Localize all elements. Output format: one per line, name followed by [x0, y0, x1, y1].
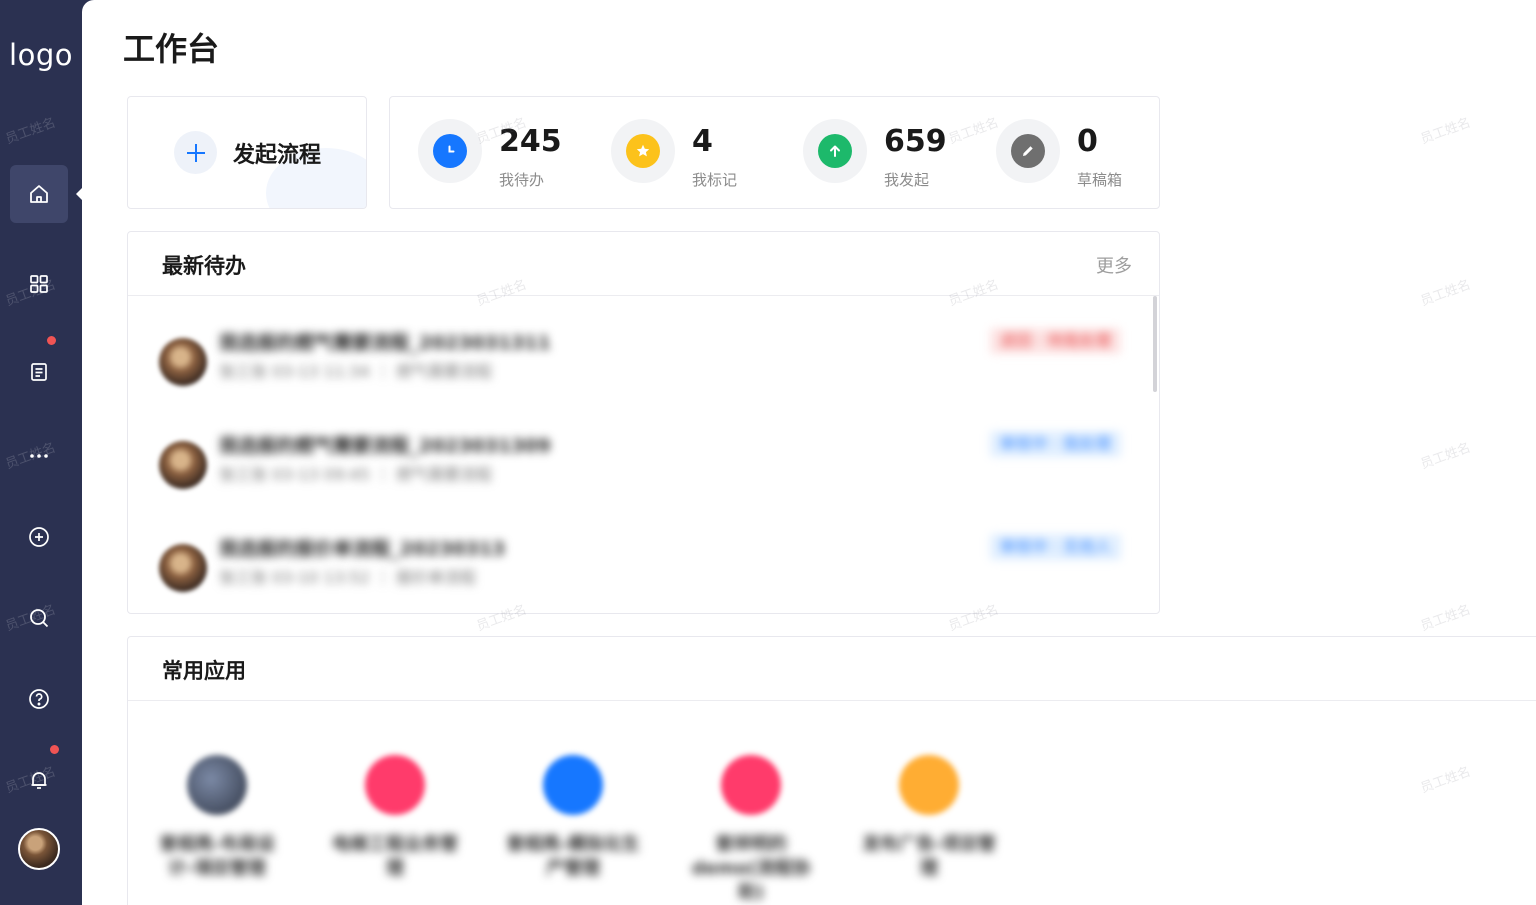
app-icon: [365, 755, 425, 815]
app-name: 曾祥明的demo(流程协助): [691, 834, 811, 903]
todo-meta: 张三张 03-13 09:45 ｜ 燃气需要流程: [219, 465, 492, 484]
app-name: 发布广告-项目管理: [862, 834, 996, 879]
bell-icon[interactable]: [10, 751, 68, 809]
more-link[interactable]: 更多: [1096, 252, 1132, 278]
start-process-label: 发起流程: [233, 143, 322, 168]
app-icon: [721, 755, 781, 815]
app-icon: [899, 755, 959, 815]
section-title: 常用应用: [162, 659, 246, 683]
card-header: 最新待办 更多: [128, 232, 1159, 296]
app-icon: [543, 755, 603, 815]
page-title: 工作台: [123, 30, 220, 68]
stat-icon-bg: [418, 119, 482, 183]
watermark: 员工姓名: [1418, 277, 1473, 310]
stats-card: 245 我待办 4 我标记 659 我发起 0 草稿箱: [389, 96, 1160, 209]
app-icon: [187, 755, 247, 815]
todo-meta: 张三张 03-13 11:34 ｜ 燃气需要流程: [219, 362, 492, 381]
app-name: 曾相亮-布局设计-項目管理: [159, 834, 275, 879]
more-icon[interactable]: [10, 427, 68, 485]
stat-value: 659: [884, 124, 947, 159]
status-badge: 审核中 · 我处理: [989, 431, 1121, 457]
watermark: 员工姓名: [3, 115, 58, 148]
todo-title: 我选报的燃气需要流程_2023031311: [219, 332, 551, 354]
stat-icon-bg: [803, 119, 867, 183]
stat-value: 0: [1077, 124, 1098, 159]
help-icon[interactable]: [10, 670, 68, 728]
common-apps-card: 常用应用 曾相亮-布局设计-項目管理 电梯工程业务管理 曾相亮-模拟化生产管理 …: [127, 636, 1536, 905]
stat-value: 245: [499, 124, 562, 159]
status-badge: 审核中 · 无他人: [989, 534, 1121, 560]
avatar: [159, 441, 207, 489]
document-icon[interactable]: [10, 343, 68, 401]
card-header: 常用应用: [128, 637, 1536, 701]
todo-row[interactable]: 我选报的燃气需要流程_2023031309 张三张 03-13 09:45 ｜ …: [128, 431, 1159, 511]
main-content: 工作台 发起流程 245 我待办 4 我标记 659 我发起 0 草稿箱 最新待…: [82, 0, 1536, 905]
avatar: [159, 338, 207, 386]
stat-value: 4: [692, 124, 713, 159]
app-name: 曾相亮-模拟化生产管理: [506, 834, 640, 879]
watermark: 员工姓名: [1418, 602, 1473, 635]
latest-todo-card: 最新待办 更多 我选报的燃气需要流程_2023031311 张三张 03-13 …: [127, 231, 1160, 614]
avatar: [159, 544, 207, 592]
plus-icon: [174, 131, 217, 174]
add-circle-icon[interactable]: [10, 508, 68, 566]
star-icon: [626, 134, 660, 168]
clock-icon: [433, 134, 467, 168]
stat-label: 我发起: [884, 171, 930, 189]
sidebar: logo 员工姓名 员工姓名 员工姓名 员工姓名 员工姓名: [0, 0, 83, 905]
todo-title: 我选报的燃气需要流程_2023031309: [219, 435, 551, 457]
search-icon[interactable]: [10, 589, 68, 647]
status-badge: 退回 · 待我处理: [989, 328, 1121, 354]
home-icon[interactable]: [10, 165, 68, 223]
todo-row[interactable]: 我选报的燃气需要流程_2023031311 张三张 03-13 11:34 ｜ …: [128, 328, 1159, 408]
stat-icon-bg: [996, 119, 1060, 183]
arrow-up-icon: [818, 134, 852, 168]
watermark: 员工姓名: [1418, 115, 1473, 148]
logo: logo: [9, 38, 73, 72]
section-title: 最新待办: [162, 254, 246, 278]
stat-label: 我待办: [499, 171, 545, 189]
stat-label: 我标记: [692, 171, 738, 189]
app-name: 电梯工程业务管理: [332, 834, 458, 879]
stat-icon-bg: [611, 119, 675, 183]
todo-title: 我选报的报价单流程_20230313: [219, 538, 506, 560]
apps-grid-icon[interactable]: [10, 255, 68, 313]
start-process-card[interactable]: 发起流程: [127, 96, 367, 209]
stat-label: 草稿箱: [1077, 171, 1123, 189]
todo-row[interactable]: 我选报的报价单流程_20230313 张三张 03-10 13:52 ｜ 报价单…: [128, 534, 1159, 613]
pencil-icon: [1011, 134, 1045, 168]
todo-meta: 张三张 03-10 13:52 ｜ 报价单流程: [219, 568, 476, 587]
watermark: 员工姓名: [1418, 440, 1473, 473]
user-avatar[interactable]: [18, 828, 60, 870]
